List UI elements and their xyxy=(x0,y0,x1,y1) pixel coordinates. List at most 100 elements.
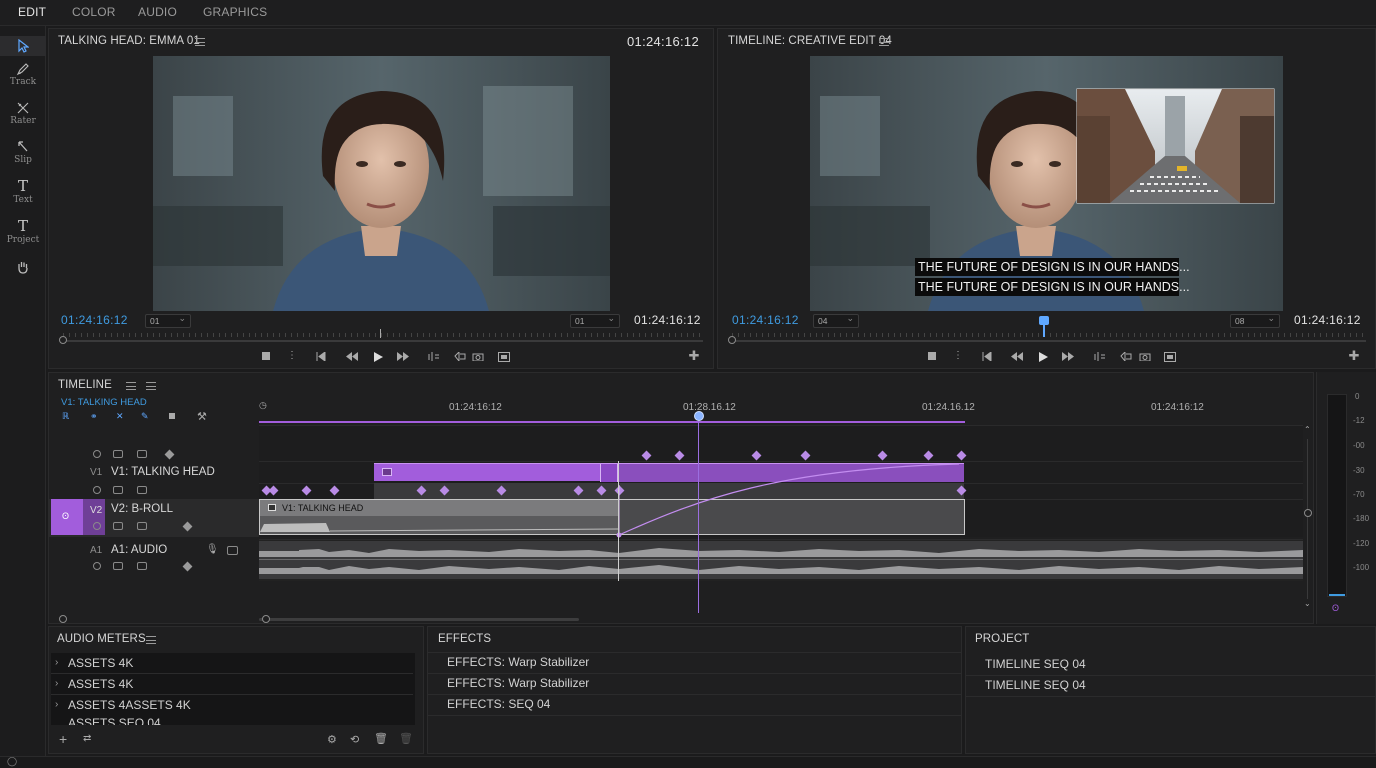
program-add-button[interactable]: ✚ xyxy=(1347,349,1361,362)
scroll-down-icon[interactable]: ⌄ xyxy=(1304,599,1311,608)
audio-meters-menu-icon[interactable] xyxy=(146,636,156,644)
source-playhead[interactable] xyxy=(380,329,381,338)
rater-tool[interactable]: Rater xyxy=(0,101,46,126)
linked-selection-icon[interactable]: ⚭ xyxy=(90,411,98,422)
program-more-button[interactable]: ⋮ xyxy=(951,351,965,361)
source-scrubber[interactable] xyxy=(63,340,703,342)
marker-icon[interactable]: ✕ xyxy=(116,411,124,422)
program-menu-icon[interactable] xyxy=(879,38,889,46)
program-export-frame-button[interactable] xyxy=(1138,352,1152,361)
program-play-button[interactable] xyxy=(1036,352,1050,362)
stop-button[interactable] xyxy=(259,352,273,360)
program-step-back-button[interactable] xyxy=(980,352,994,361)
rewind-button[interactable] xyxy=(345,352,359,361)
timeline-horizontal-scrollbar[interactable] xyxy=(59,615,1299,623)
status-indicator-icon[interactable]: ◯ xyxy=(7,756,17,767)
program-timecode-current[interactable]: 01:24:16:12 xyxy=(732,313,799,327)
a1-clip[interactable] xyxy=(259,541,1303,579)
list-item[interactable]: › ASSETS 4K xyxy=(51,674,415,694)
insert-button[interactable] xyxy=(427,352,441,361)
v2-target-toggle[interactable]: ʘ xyxy=(51,499,83,535)
program-select-a[interactable]: 04 xyxy=(813,313,859,328)
text-tool[interactable]: T Text xyxy=(0,178,46,205)
overwrite-button[interactable] xyxy=(453,352,467,361)
more-button[interactable]: ⋮ xyxy=(285,351,299,361)
source-select-a[interactable]: 01 xyxy=(145,313,191,328)
v1-sync-lock[interactable] xyxy=(113,450,123,458)
list-item[interactable]: EFFECTS: SEQ 04 xyxy=(428,695,961,715)
list-item[interactable]: EFFECTS: Warp Stabilizer xyxy=(428,674,961,694)
slip-tool[interactable]: Slip xyxy=(0,140,46,165)
v1-keyframe-icon[interactable] xyxy=(164,449,175,460)
hscroll-left-knob[interactable] xyxy=(59,615,67,623)
meter-solo-icon[interactable]: ʘ xyxy=(1332,603,1339,613)
timeline-ruler[interactable]: ◷ 01:24:16:12 01:28.16.12 01:24.16.12 01… xyxy=(259,399,1315,423)
pencil-icon[interactable]: ✎ xyxy=(141,411,149,422)
list-item[interactable]: TIMELINE SEQ 04 xyxy=(966,676,1375,696)
program-playhead[interactable] xyxy=(1043,325,1045,337)
program-forward-button[interactable] xyxy=(1061,352,1075,361)
new-item-button[interactable]: + xyxy=(59,731,67,747)
list-item[interactable]: › ASSETS 4K xyxy=(51,653,415,673)
program-select-b[interactable]: 08 xyxy=(1230,313,1280,328)
source-timecode-current[interactable]: 01:24:16:12 xyxy=(61,313,128,327)
timeline-options-icon[interactable] xyxy=(146,382,156,390)
history-icon[interactable]: ⟲ xyxy=(350,733,359,746)
step-back-button[interactable] xyxy=(314,352,328,361)
tab-color[interactable]: COLOR xyxy=(72,5,116,19)
wrench-icon[interactable]: ⚒ xyxy=(197,410,207,423)
program-video-frame[interactable]: THE FUTURE OF DESIGN IS IN OUR HANDS... … xyxy=(810,56,1283,311)
hscroll-thumb[interactable] xyxy=(259,618,579,621)
a1-mic-icon[interactable]: 🎙 xyxy=(206,544,219,555)
a1-keyframe-icon[interactable] xyxy=(182,561,193,572)
work-area-bar[interactable] xyxy=(259,421,965,423)
v2-keyframe-icon[interactable] xyxy=(182,521,193,532)
program-extract-button[interactable] xyxy=(1119,352,1133,361)
v1-clip-tail[interactable] xyxy=(618,464,964,482)
trash-icon[interactable]: 🗑 xyxy=(374,732,388,745)
expand-chevron-icon[interactable]: › xyxy=(55,678,58,689)
v2-sync-lock[interactable] xyxy=(113,522,123,530)
list-item[interactable]: EFFECTS: Warp Stabilizer xyxy=(428,653,961,673)
v1sub-track-output[interactable] xyxy=(137,486,147,494)
scroll-thumb[interactable] xyxy=(1304,509,1312,517)
expand-chevron-icon[interactable]: › xyxy=(55,699,58,710)
v2-track-output[interactable] xyxy=(137,522,147,530)
program-rewind-button[interactable] xyxy=(1010,352,1024,361)
a1-track-output[interactable] xyxy=(137,562,147,570)
v1sub-eye-toggle[interactable] xyxy=(93,486,101,494)
timeline-playhead[interactable] xyxy=(698,421,699,613)
source-scrub-start[interactable] xyxy=(59,336,67,344)
v2-clip[interactable]: V1: TALKING HEAD xyxy=(259,499,965,535)
list-item[interactable]: ASSETS SEQ 04 xyxy=(51,715,415,725)
program-scrubber[interactable] xyxy=(732,340,1366,342)
source-select-b[interactable]: 01 xyxy=(570,313,620,328)
source-video-frame[interactable] xyxy=(153,56,610,311)
timeline-vertical-scrollbar[interactable]: ⌃ ⌄ xyxy=(1304,425,1312,611)
program-scrub-start[interactable] xyxy=(728,336,736,344)
stop-square-icon[interactable] xyxy=(169,413,175,419)
play-button[interactable] xyxy=(371,352,385,362)
program-stop-button[interactable] xyxy=(925,352,939,360)
tab-audio[interactable]: AUDIO xyxy=(138,5,177,19)
program-lift-button[interactable] xyxy=(1093,352,1107,361)
v1sub-sync-lock[interactable] xyxy=(113,486,123,494)
hscroll-zoom-knob[interactable] xyxy=(262,615,270,623)
source-menu-icon[interactable] xyxy=(195,38,205,46)
v1-sub-clip[interactable] xyxy=(374,483,964,499)
shuffle-icon[interactable]: ⇄ xyxy=(83,733,91,744)
expand-chevron-icon[interactable]: › xyxy=(55,657,58,668)
scroll-up-icon[interactable]: ⌃ xyxy=(1304,425,1311,434)
program-playhead-handle[interactable] xyxy=(1039,316,1049,325)
v1-track-output[interactable] xyxy=(137,450,147,458)
hand-tool[interactable] xyxy=(0,260,46,274)
v2-eye-toggle[interactable] xyxy=(93,522,101,530)
a1-monitor-icon[interactable] xyxy=(227,546,238,555)
timeline-playhead-handle[interactable] xyxy=(694,411,704,421)
selection-tool[interactable] xyxy=(0,36,46,56)
program-compare-button[interactable] xyxy=(1163,352,1177,362)
track-tool[interactable]: Track xyxy=(0,62,46,87)
v1-clip-edit-point[interactable] xyxy=(600,464,618,482)
track-header-v2[interactable]: ʘ V2 V2: B-ROLL xyxy=(49,499,259,537)
list-item[interactable]: TIMELINE SEQ 04 xyxy=(966,655,1375,675)
